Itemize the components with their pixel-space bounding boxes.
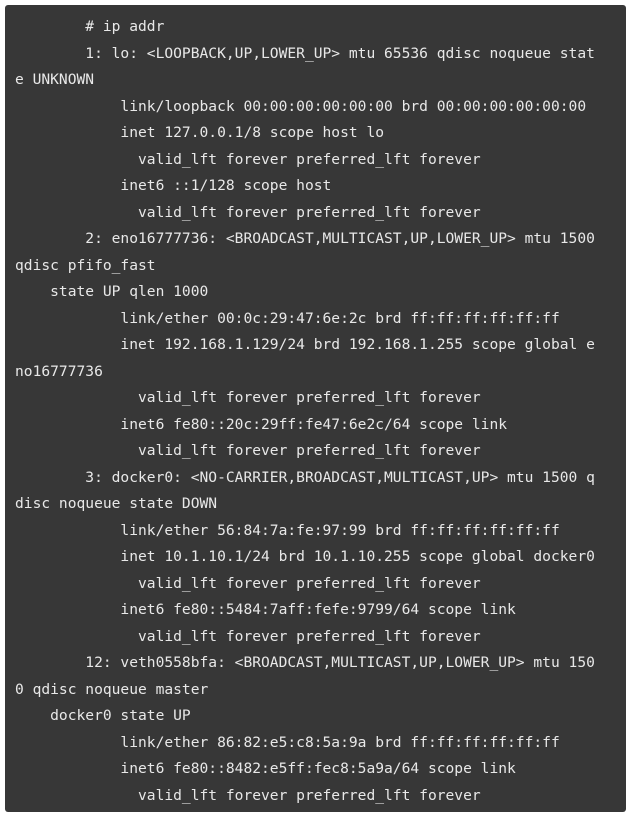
terminal-line: state UP qlen 1000 — [15, 283, 209, 300]
terminal-line: inet 192.168.1.129/24 brd 192.168.1.255 … — [15, 336, 595, 353]
terminal-line: link/loopback 00:00:00:00:00:00 brd 00:0… — [15, 97, 587, 115]
terminal-line: 2: eno16777736: <BROADCAST,MULTICAST,UP,… — [15, 230, 595, 247]
terminal-output-block: # ip addr 1: lo: <LOOPBACK,UP,LOWER_UP> … — [5, 5, 626, 812]
terminal-line: 3: docker0: <NO-CARRIER,BROADCAST,MULTIC… — [15, 468, 595, 486]
terminal-line: valid_lft forever preferred_lft forever — [15, 786, 481, 804]
terminal-line: valid_lft forever preferred_lft forever — [15, 574, 481, 592]
terminal-line: e UNKNOWN — [15, 71, 95, 88]
terminal-line: no16777736 — [15, 362, 103, 380]
terminal-line: 12: veth0558bfa: <BROADCAST,MULTICAST,UP… — [15, 654, 595, 671]
terminal-line: valid_lft forever preferred_lft forever — [15, 203, 481, 221]
terminal-line: disc noqueue state DOWN — [15, 495, 218, 512]
terminal-line: qdisc pfifo_fast — [15, 256, 156, 274]
terminal-line: valid_lft forever preferred_lft forever — [15, 389, 481, 406]
terminal-line: 0 qdisc noqueue master — [15, 680, 209, 698]
terminal-line: valid_lft forever preferred_lft forever — [15, 442, 481, 459]
terminal-line: inet6 fe80::8482:e5ff:fec8:5a9a/64 scope… — [15, 760, 516, 777]
terminal-line: inet6 fe80::20c:29ff:fe47:6e2c/64 scope … — [15, 415, 508, 433]
terminal-line: valid_lft forever preferred_lft forever — [15, 627, 481, 645]
terminal-line: inet 127.0.0.1/8 scope host lo — [15, 124, 385, 141]
terminal-line: # ip addr — [15, 18, 165, 35]
terminal-line: valid_lft forever preferred_lft forever — [15, 150, 481, 168]
terminal-line: docker0 state UP — [15, 707, 191, 724]
terminal-line: inet 10.1.10.1/24 brd 10.1.10.255 scope … — [15, 548, 595, 565]
terminal-line: link/ether 56:84:7a:fe:97:99 brd ff:ff:f… — [15, 521, 560, 539]
terminal-line: inet6 fe80::5484:7aff:fefe:9799/64 scope… — [15, 601, 516, 618]
terminal-line: 1: lo: <LOOPBACK,UP,LOWER_UP> mtu 65536 … — [15, 44, 595, 62]
terminal-line: link/ether 86:82:e5:c8:5a:9a brd ff:ff:f… — [15, 733, 560, 751]
terminal-line: link/ether 00:0c:29:47:6e:2c brd ff:ff:f… — [15, 309, 560, 327]
terminal-line: inet6 ::1/128 scope host — [15, 177, 332, 194]
